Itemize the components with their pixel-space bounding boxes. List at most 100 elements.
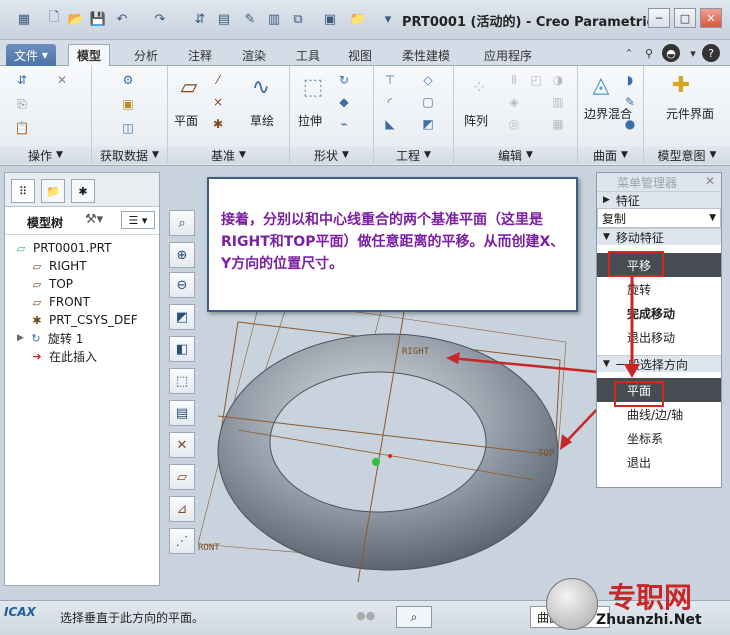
tab-file[interactable]: 文件 ▾ — [6, 44, 56, 66]
menu-item-done-move[interactable]: 完成移动 — [597, 301, 721, 325]
sweep-icon[interactable]: ◆ — [336, 94, 352, 110]
help-icon[interactable]: ? — [702, 44, 720, 62]
group-label[interactable]: 编辑 ▼ — [454, 146, 577, 164]
display-style-icon[interactable]: ◧ — [169, 336, 195, 362]
csys-display-icon[interactable]: ⋰ — [169, 528, 195, 554]
pattern-icon[interactable]: ⁘ — [462, 72, 496, 102]
cut-icon[interactable]: ✕ — [54, 72, 70, 88]
minimize-ribbon-icon[interactable]: ⌃ — [620, 44, 638, 62]
section-move-feature[interactable]: ▼ 移动特征 — [597, 228, 721, 245]
round-icon[interactable]: ◜ — [382, 94, 398, 110]
freestyle-icon[interactable]: ◗ — [622, 72, 638, 88]
undo-icon[interactable]: ↶ — [112, 9, 132, 29]
extrude-button[interactable]: 拉伸 — [298, 112, 322, 129]
rib-icon[interactable]: ◩ — [420, 116, 436, 132]
spin-center-icon[interactable]: ⊿ — [169, 496, 195, 522]
model-tree-tab-icon[interactable]: ⠿ — [11, 179, 35, 203]
save-icon[interactable]: 💾 — [88, 9, 108, 29]
tab-model[interactable]: 模型 — [68, 44, 111, 66]
group-label[interactable]: 模型意图 ▼ — [644, 146, 730, 164]
maximize-button[interactable]: □ — [674, 8, 696, 28]
zoom-out-icon[interactable]: ⊖ — [169, 272, 195, 298]
tab-flexible-modeling[interactable]: 柔性建模 — [394, 44, 458, 66]
menu-item-csys[interactable]: 坐标系 — [597, 426, 721, 450]
thicken-icon[interactable]: ▥ — [550, 94, 566, 110]
redo-icon[interactable]: ↷ — [150, 9, 170, 29]
pattern-button[interactable]: 阵列 — [464, 112, 488, 129]
new-file-icon[interactable]: 🗋 — [44, 9, 64, 29]
paste-icon[interactable]: 📋 — [14, 120, 30, 136]
component-interface-icon[interactable]: ✚ — [664, 70, 698, 100]
tab-render[interactable]: 渲染 — [234, 44, 274, 66]
menu-item-quit[interactable]: 退出 — [597, 450, 721, 474]
tab-view[interactable]: 视图 — [340, 44, 380, 66]
close-button[interactable]: ✕ — [700, 8, 722, 28]
group-label[interactable]: 操作 ▼ — [0, 146, 91, 164]
print-icon[interactable]: ▥ — [264, 9, 284, 29]
regenerate-icon[interactable]: ⇵ — [190, 9, 210, 29]
show-menu-icon[interactable]: ☰ ▾ — [121, 211, 155, 229]
tree-item-csys[interactable]: ✱ PRT_CSYS_DEF — [29, 311, 137, 329]
favorites-tab-icon[interactable]: ✱ — [71, 179, 95, 203]
hole-icon[interactable]: ⊤ — [382, 72, 398, 88]
group-label[interactable]: 形状 ▼ — [290, 146, 373, 164]
folder-browser-tab-icon[interactable]: 📁 — [41, 179, 65, 203]
csys-icon[interactable]: ✱ — [210, 116, 226, 132]
tab-annotate[interactable]: 注释 — [180, 44, 220, 66]
minimize-button[interactable]: ─ — [648, 8, 670, 28]
tab-analysis[interactable]: 分析 — [126, 44, 166, 66]
section-feature[interactable]: ▶ 特征 — [597, 191, 721, 208]
user-defined-feature-icon[interactable]: ⚙ — [120, 72, 136, 88]
solidify-icon[interactable]: ▦ — [550, 116, 566, 132]
group-label[interactable]: 基准 ▼ — [168, 146, 289, 164]
community-icon[interactable]: ◓ — [662, 44, 680, 62]
tab-tools[interactable]: 工具 — [288, 44, 328, 66]
plane-button[interactable]: 平面 — [174, 112, 198, 129]
extrude-icon[interactable]: ⬚ — [296, 72, 330, 102]
regenerate-icon[interactable]: ⇵ — [14, 72, 30, 88]
extend-icon[interactable]: ◈ — [506, 94, 522, 110]
quick-access-dropdown-icon[interactable]: ▾ — [378, 9, 398, 29]
blend-icon[interactable]: ⌁ — [336, 116, 352, 132]
style-icon[interactable]: ✎ — [622, 94, 638, 110]
group-label[interactable]: 获取数据 ▼ — [92, 146, 167, 164]
sketch-icon[interactable]: ∿ — [244, 72, 278, 102]
window-icon[interactable]: ⧉ — [288, 9, 308, 29]
find-icon[interactable]: ⌕ — [396, 606, 432, 628]
menu-item-quit-move[interactable]: 退出移动 — [597, 325, 721, 349]
copy-geometry-icon[interactable]: ▣ — [120, 96, 136, 112]
expand-icon[interactable]: ▶ — [17, 333, 24, 343]
mirror-icon[interactable]: ⫴ — [506, 72, 522, 88]
windows-menu-icon[interactable]: ▣ — [320, 9, 340, 29]
refit-icon[interactable]: ⌕ — [169, 210, 195, 236]
offset-icon[interactable]: ◑ — [550, 72, 566, 88]
draft-icon[interactable]: ◇ — [420, 72, 436, 88]
datum-display-icon[interactable]: ✕ — [169, 432, 195, 458]
close-icon[interactable]: ✕ — [705, 174, 715, 188]
tree-item-right[interactable]: ▱ RIGHT — [29, 257, 87, 275]
tree-settings-icon[interactable]: ⚒▾ — [85, 212, 103, 227]
component-interface-button[interactable]: 元件界面 — [666, 108, 714, 121]
copy-icon[interactable]: ⎘ — [14, 96, 30, 112]
tree-item-revolve[interactable]: ▶ ↻ 旋转 1 — [17, 329, 83, 347]
view-manager-icon[interactable]: ▤ — [169, 400, 195, 426]
tree-item-part[interactable]: ▱ PRT0001.PRT — [13, 239, 112, 257]
regenerate-all-icon[interactable]: ▤ — [214, 9, 234, 29]
point-icon[interactable]: × — [210, 94, 226, 110]
shrinkwrap-icon[interactable]: ◫ — [120, 120, 136, 136]
shell-icon[interactable]: ▢ — [420, 94, 436, 110]
group-label[interactable]: 曲面 ▼ — [578, 146, 643, 164]
copy-dropdown[interactable]: 复制 ▼ — [597, 208, 721, 228]
datum-plane-icon[interactable]: ▱ — [172, 72, 206, 102]
boundary-blend-icon[interactable]: ◬ — [584, 70, 618, 100]
group-label[interactable]: 工程 ▼ — [374, 146, 453, 164]
zoom-in-icon[interactable]: ⊕ — [169, 242, 195, 268]
saved-orientations-icon[interactable]: ⬚ — [169, 368, 195, 394]
tree-item-insert-here[interactable]: ➔ 在此插入 — [29, 347, 97, 365]
menu-item-rotate[interactable]: 旋转 — [597, 277, 721, 301]
folder-icon[interactable]: 📁 — [348, 9, 368, 29]
sketch-button[interactable]: 草绘 — [250, 112, 274, 129]
trim-icon[interactable]: ◰ — [528, 72, 544, 88]
search-icon[interactable]: ⚲ — [640, 44, 658, 62]
edit-icon[interactable]: ✎ — [240, 9, 260, 29]
